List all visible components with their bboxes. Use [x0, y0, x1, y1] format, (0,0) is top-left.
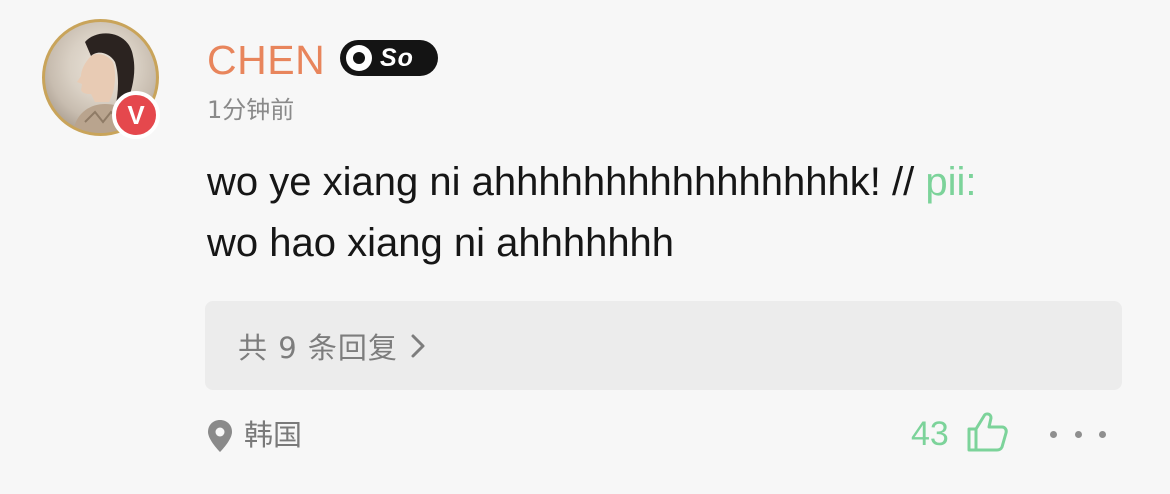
like-count: 43 — [911, 415, 949, 453]
comment-content: wo ye xiang ni ahhhhhhhhhhhhhhhhk! // pi… — [207, 152, 1147, 274]
location-label: 韩国 — [244, 418, 303, 452]
username[interactable]: CHEN — [207, 36, 325, 84]
level-badge-label: So — [380, 43, 414, 72]
comment-timestamp: 1分钟前 — [207, 96, 295, 124]
more-dots-icon[interactable] — [1050, 420, 1106, 448]
level-badge-icon[interactable]: So — [340, 40, 438, 76]
replies-label: 共 9 条回复 — [238, 330, 398, 365]
quoted-text: wo hao xiang ni ahhhhhhh — [207, 221, 675, 265]
location-pin-icon — [208, 420, 232, 452]
verified-v-icon: V — [112, 91, 160, 139]
chevron-right-icon — [410, 331, 434, 361]
mention-link[interactable]: pii: — [925, 160, 976, 204]
thumbs-up-icon[interactable] — [963, 408, 1011, 456]
level-ring-icon — [346, 45, 372, 71]
comment-text: wo ye xiang ni ahhhhhhhhhhhhhhhhk! // — [207, 160, 926, 204]
view-replies-button[interactable]: 共 9 条回复 — [205, 301, 1122, 390]
avatar-container[interactable]: V — [42, 19, 160, 139]
